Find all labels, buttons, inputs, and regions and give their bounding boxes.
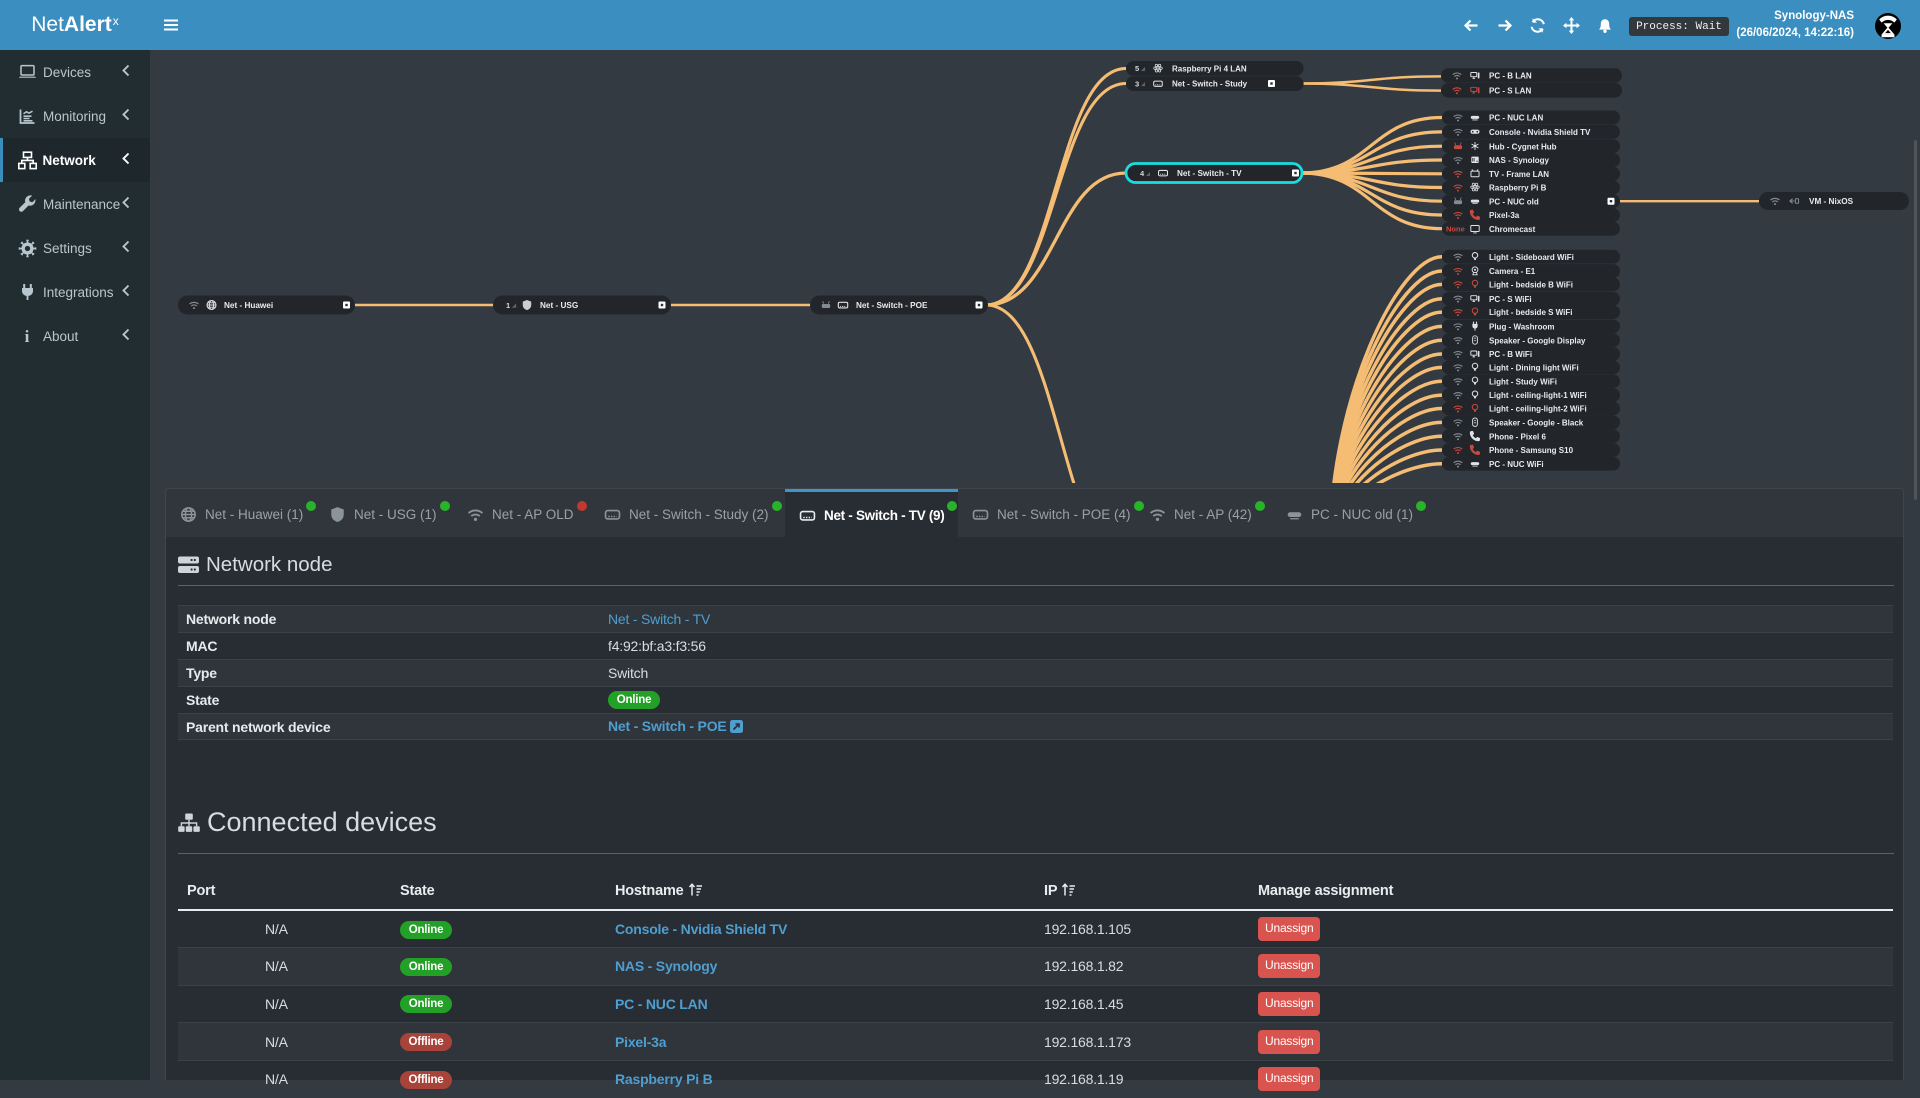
svg-text:PC - NUC LAN: PC - NUC LAN xyxy=(1489,114,1543,123)
svg-text:Light - ceiling-light-2 WiFi: Light - ceiling-light-2 WiFi xyxy=(1489,405,1587,414)
svg-text:Console - Nvidia Shield TV: Console - Nvidia Shield TV xyxy=(1489,128,1591,137)
svg-text:PC - NUC old: PC - NUC old xyxy=(1489,197,1539,206)
svg-text:Phone - Samsung S10: Phone - Samsung S10 xyxy=(1489,446,1574,455)
svg-text:Pixel-3a: Pixel-3a xyxy=(1489,211,1520,220)
svg-text:Light - ceiling-light-1 WiFi: Light - ceiling-light-1 WiFi xyxy=(1489,391,1587,400)
svg-text:3: 3 xyxy=(1135,79,1139,88)
svg-text:Net - Switch - Study: Net - Switch - Study xyxy=(1172,80,1248,89)
svg-text:Light - bedside B WiFi: Light - bedside B WiFi xyxy=(1489,281,1573,290)
svg-text:Light - bedside S WiFi: Light - bedside S WiFi xyxy=(1489,308,1572,317)
svg-text:Chromecast: Chromecast xyxy=(1489,225,1536,234)
svg-text:Net - Switch - TV: Net - Switch - TV xyxy=(1177,169,1242,178)
svg-text:Net - USG: Net - USG xyxy=(540,301,578,310)
svg-text:TV - Frame LAN: TV - Frame LAN xyxy=(1489,170,1549,179)
svg-text:Light - Study WiFi: Light - Study WiFi xyxy=(1489,377,1557,386)
svg-text:Speaker - Google Display: Speaker - Google Display xyxy=(1489,336,1586,345)
svg-text:Net - Huawei: Net - Huawei xyxy=(224,301,273,310)
svg-text:NAS - Synology: NAS - Synology xyxy=(1489,156,1550,165)
svg-text:PC - S LAN: PC - S LAN xyxy=(1489,86,1531,95)
svg-text:Net - Switch - POE: Net - Switch - POE xyxy=(856,301,928,310)
svg-text:PC - NUC WiFi: PC - NUC WiFi xyxy=(1489,460,1544,469)
svg-text:5: 5 xyxy=(1135,64,1139,73)
svg-text:Light - Dining light WiFi: Light - Dining light WiFi xyxy=(1489,364,1579,373)
svg-text:Light - Sideboard WiFi: Light - Sideboard WiFi xyxy=(1489,253,1574,262)
svg-text:Raspberry Pi 4 LAN: Raspberry Pi 4 LAN xyxy=(1172,65,1247,74)
svg-text:Plug - Washroom: Plug - Washroom xyxy=(1489,323,1554,332)
svg-text:1: 1 xyxy=(506,301,510,310)
svg-text:Phone - Pixel 6: Phone - Pixel 6 xyxy=(1489,432,1546,441)
svg-text:Raspberry Pi B: Raspberry Pi B xyxy=(1489,184,1547,193)
svg-text:PC - S WiFi: PC - S WiFi xyxy=(1489,295,1532,304)
svg-text:Speaker - Google - Black: Speaker - Google - Black xyxy=(1489,419,1584,428)
svg-text:i: i xyxy=(25,327,30,346)
svg-text:Camera - E1: Camera - E1 xyxy=(1489,267,1536,276)
svg-text:None: None xyxy=(1446,225,1465,234)
svg-text:VM - NixOS: VM - NixOS xyxy=(1809,197,1854,206)
svg-text:PC - B WiFi: PC - B WiFi xyxy=(1489,350,1532,359)
svg-text:PC - B LAN: PC - B LAN xyxy=(1489,72,1532,81)
svg-text:Hub - Cygnet Hub: Hub - Cygnet Hub xyxy=(1489,142,1557,151)
